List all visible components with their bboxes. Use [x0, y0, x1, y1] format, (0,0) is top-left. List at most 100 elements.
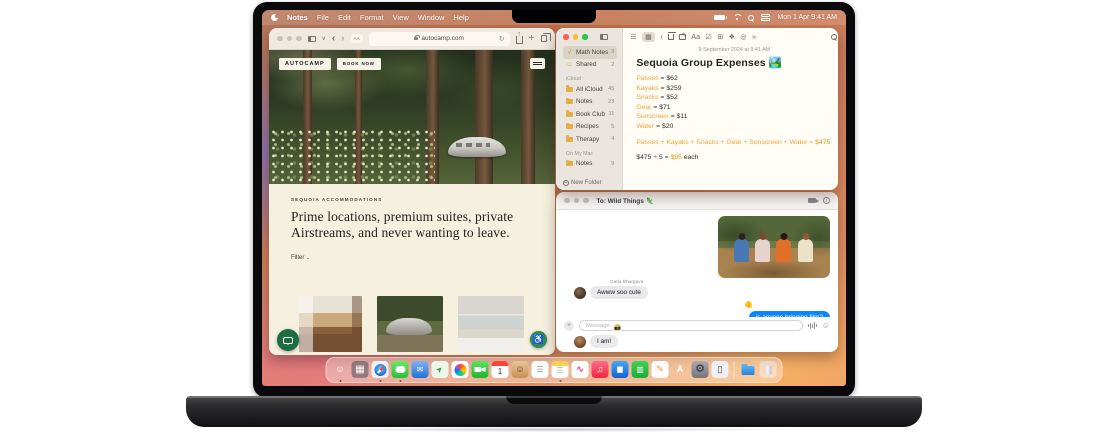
site-logo[interactable]: AUTOCAMP	[279, 58, 331, 70]
dock-icon-pages[interactable]	[652, 361, 669, 378]
dock-icon-launchpad[interactable]	[352, 361, 369, 378]
photo-message[interactable]	[718, 216, 830, 278]
media-icon[interactable]: ❖	[729, 34, 735, 41]
wifi-icon[interactable]	[732, 14, 741, 21]
dock-icon-messages[interactable]	[392, 361, 409, 378]
hamburger-menu-icon[interactable]	[530, 58, 545, 69]
dock-icon-trash[interactable]	[760, 361, 777, 378]
photo-airstream-bedroom[interactable]	[458, 296, 524, 352]
list-view-icon[interactable]: ☰	[630, 34, 636, 41]
message-bubble[interactable]: I am!	[590, 335, 618, 348]
note-editor[interactable]: 9 September 2024 at 9:41 AM Sequoia Grou…	[623, 46, 838, 161]
compose-icon[interactable]	[679, 34, 686, 41]
dock-icon-photos[interactable]	[452, 361, 469, 378]
emoji-picker-icon[interactable]: ☺	[822, 322, 830, 330]
share-icon[interactable]	[516, 36, 523, 44]
chevron-down-icon[interactable]: ∨	[322, 36, 326, 42]
dock-icon-finder[interactable]	[332, 361, 349, 378]
filter-dropdown[interactable]: Filter	[291, 255, 555, 261]
dock-icon-facetime[interactable]	[472, 361, 489, 378]
trash-icon[interactable]	[668, 34, 674, 41]
minimize-icon[interactable]	[573, 34, 579, 40]
dock-icon-settings[interactable]	[692, 361, 709, 378]
page-settings-icon[interactable]: AA	[351, 34, 363, 43]
menu-edit[interactable]: Edit	[338, 13, 351, 22]
close-icon[interactable]	[277, 36, 283, 42]
reload-icon[interactable]: ↻	[499, 35, 505, 43]
new-tab-icon[interactable]: +	[529, 34, 535, 44]
forward-icon[interactable]: ›	[341, 34, 344, 44]
sidebar-item-therapy[interactable]: Therapy 4	[563, 133, 617, 146]
spotlight-search-icon[interactable]	[748, 15, 754, 21]
back-icon[interactable]: ‹	[332, 34, 335, 44]
back-icon[interactable]: ‹	[660, 33, 663, 41]
minimize-icon[interactable]	[574, 198, 580, 204]
dock-icon-calendar[interactable]	[492, 361, 509, 378]
gallery-view-icon[interactable]: ▦	[642, 32, 655, 42]
zoom-icon[interactable]	[583, 198, 589, 204]
menu-help[interactable]: Help	[453, 13, 468, 22]
minimize-icon[interactable]	[287, 36, 293, 42]
message-bubble[interactable]: Awww soo cute	[590, 286, 648, 299]
close-icon[interactable]	[564, 198, 570, 204]
dock-icon-downloads[interactable]	[740, 361, 757, 378]
audio-message-icon[interactable]	[808, 322, 817, 329]
dock-icon-keynote[interactable]	[612, 361, 629, 378]
messages-traffic-lights[interactable]	[564, 198, 589, 204]
dock-icon-safari[interactable]	[372, 361, 389, 378]
info-icon[interactable]: i	[823, 197, 830, 204]
dock-icon-mail[interactable]	[412, 361, 429, 378]
menu-format[interactable]: Format	[360, 13, 384, 22]
menu-notes[interactable]: Notes	[287, 13, 308, 22]
dock-icon-notes[interactable]	[552, 361, 569, 378]
apple-menu-icon[interactable]	[271, 14, 278, 21]
sidebar-item-all-icloud[interactable]: All iCloud 45	[563, 83, 617, 96]
menu-bar-clock[interactable]: Mon 1 Apr 9:41 AM	[777, 14, 837, 21]
format-icon[interactable]: Aa	[691, 34, 700, 41]
sidebar-item-notes[interactable]: Notes 23	[563, 96, 617, 109]
photo-airstream-exterior[interactable]	[377, 296, 443, 352]
table-icon[interactable]: ⊞	[717, 34, 723, 41]
dock-icon-appstore[interactable]	[672, 361, 689, 378]
checklist-icon[interactable]: ☑	[705, 34, 711, 41]
sidebar-item-math-notes[interactable]: √ Math Notes 3	[563, 46, 617, 59]
tab-overview-icon[interactable]	[541, 35, 548, 42]
menu-file[interactable]: File	[317, 13, 329, 22]
dock-icon-freeform[interactable]	[572, 361, 589, 378]
sidebar-item-shared[interactable]: ☺ Shared 2	[563, 59, 617, 72]
dock-icon-music[interactable]	[592, 361, 609, 378]
collaborate-icon[interactable]: ◎	[740, 34, 746, 41]
safari-traffic-lights[interactable]	[277, 36, 302, 42]
close-icon[interactable]	[563, 34, 569, 40]
menu-view[interactable]: View	[393, 13, 409, 22]
control-center-icon[interactable]	[761, 14, 770, 20]
photo-airstream-interior[interactable]	[299, 296, 362, 352]
search-icon[interactable]	[831, 34, 837, 40]
dock-icon-reminders[interactable]	[532, 361, 549, 378]
book-now-button[interactable]: BOOK NOW	[337, 58, 381, 70]
more-icon[interactable]: »	[752, 34, 756, 41]
new-folder-button[interactable]: + New Folder	[563, 180, 602, 186]
avatar[interactable]	[574, 287, 586, 299]
sidebar-item-local-notes[interactable]: Notes 9	[563, 158, 617, 171]
zoom-icon[interactable]	[296, 36, 302, 42]
sidebar-item-recipes[interactable]: Recipes 5	[563, 121, 617, 134]
sidebar-item-book-club[interactable]: Book Club 11	[563, 108, 617, 121]
sidebar-icon[interactable]	[308, 36, 316, 42]
dock-icon-iphone-mirroring[interactable]	[712, 361, 729, 378]
dock-icon-numbers[interactable]	[632, 361, 649, 378]
menu-window[interactable]: Window	[418, 13, 445, 22]
tapback-emoji[interactable]: 📸	[613, 323, 622, 332]
avatar[interactable]	[574, 336, 586, 348]
dock-icon-contacts[interactable]	[512, 361, 529, 378]
facetime-video-icon[interactable]	[808, 198, 816, 203]
chat-widget-button[interactable]	[277, 329, 299, 351]
zoom-icon[interactable]	[582, 34, 588, 40]
sidebar-icon[interactable]	[600, 34, 608, 40]
notes-traffic-lights[interactable]	[563, 34, 617, 40]
accessibility-widget-button[interactable]: ♿	[530, 331, 547, 348]
battery-icon[interactable]	[714, 15, 725, 21]
address-bar[interactable]: autocamp.com ↻	[369, 32, 510, 46]
dock-icon-maps[interactable]	[432, 361, 449, 378]
apps-plus-icon[interactable]: +	[564, 321, 574, 331]
